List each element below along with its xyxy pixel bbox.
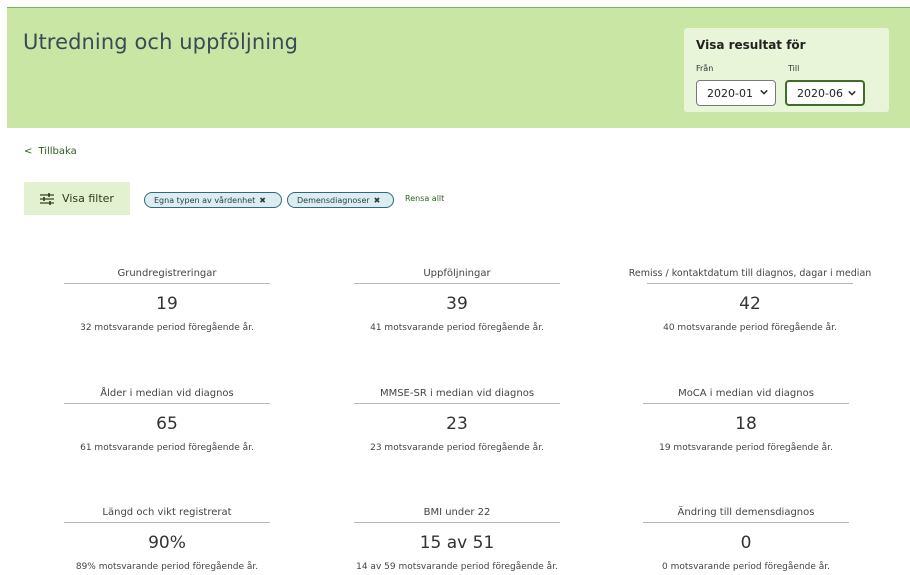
close-icon[interactable]: ✖ xyxy=(374,196,381,205)
back-link[interactable]: < Tillbaka xyxy=(24,146,77,157)
period-title: Visa resultat för xyxy=(696,38,806,52)
metric-value: 90% xyxy=(148,533,186,553)
metric-value: 15 av 51 xyxy=(419,533,495,553)
divider xyxy=(354,283,560,284)
show-filter-button[interactable]: Visa filter xyxy=(24,182,130,215)
divider xyxy=(647,283,853,284)
metric-label: Ändring till demensdiagnos xyxy=(677,507,815,518)
metric-value: 0 xyxy=(740,533,752,553)
metric-previous: 61 motsvarande period föregående år. xyxy=(80,443,254,453)
metric-card: Grundregistreringar 19 32 motsvarande pe… xyxy=(37,266,297,333)
filter-chip[interactable]: Egna typen av vårdenhet ✖ xyxy=(144,192,282,208)
metric-value: 23 xyxy=(446,414,468,434)
metric-previous: 23 motsvarande period föregående år. xyxy=(370,443,544,453)
metric-label: Uppföljningar xyxy=(423,268,491,279)
metric-card: BMI under 22 15 av 51 14 av 59 motsvaran… xyxy=(327,505,587,572)
to-label: Till xyxy=(788,64,800,73)
metric-previous: 89% motsvarande period föregående år. xyxy=(75,562,259,572)
show-filter-label: Visa filter xyxy=(62,192,114,205)
metric-label: Grundregistreringar xyxy=(117,268,217,279)
filter-chip-label: Demensdiagnoser xyxy=(297,195,370,205)
divider xyxy=(643,403,849,404)
chevron-down-icon xyxy=(760,89,768,95)
metric-label: Remiss / kontaktdatum till diagnos, daga… xyxy=(628,268,872,279)
divider xyxy=(64,403,270,404)
divider xyxy=(354,403,560,404)
divider xyxy=(64,283,270,284)
metric-card: Ålder i median vid diagnos 65 61 motsvar… xyxy=(37,386,297,453)
chevron-down-icon xyxy=(848,90,856,96)
divider xyxy=(64,522,270,523)
metric-card: Ändring till demensdiagnos 0 0 motsvaran… xyxy=(616,505,876,572)
to-select-value: 2020-06 xyxy=(797,86,843,100)
metric-label: Längd och vikt registrerat xyxy=(102,507,232,518)
metric-label: BMI under 22 xyxy=(423,507,491,518)
page-title: Utredning och uppföljning xyxy=(23,30,299,54)
from-select[interactable]: 2020-01 xyxy=(696,80,776,106)
metric-card: MoCA i median vid diagnos 18 19 motsvara… xyxy=(616,386,876,453)
metric-previous: 40 motsvarande period föregående år. xyxy=(663,323,837,333)
filter-chip[interactable]: Demensdiagnoser ✖ xyxy=(287,192,394,208)
to-select[interactable]: 2020-06 xyxy=(785,80,865,106)
chevron-left-icon: < xyxy=(24,146,33,157)
divider xyxy=(354,522,560,523)
from-label: Från xyxy=(696,64,714,73)
metric-previous: 41 motsvarande period föregående år. xyxy=(370,323,544,333)
from-select-value: 2020-01 xyxy=(707,86,753,100)
metric-card: Längd och vikt registrerat 90% 89% motsv… xyxy=(37,505,297,572)
metric-card: Remiss / kontaktdatum till diagnos, daga… xyxy=(610,266,890,333)
metric-previous: 14 av 59 motsvarande period föregående å… xyxy=(356,562,558,572)
divider xyxy=(643,522,849,523)
metric-card: MMSE-SR i median vid diagnos 23 23 motsv… xyxy=(327,386,587,453)
metric-value: 39 xyxy=(446,294,468,314)
metric-card: Uppföljningar 39 41 motsvarande period f… xyxy=(327,266,587,333)
metric-value: 65 xyxy=(156,414,178,434)
sliders-icon xyxy=(40,192,55,205)
clear-all-link[interactable]: Rensa allt xyxy=(405,194,444,203)
metric-previous: 0 motsvarande period föregående år. xyxy=(661,562,831,572)
metric-label: MoCA i median vid diagnos xyxy=(678,388,814,399)
metric-label: Ålder i median vid diagnos xyxy=(100,388,234,399)
metric-label: MMSE-SR i median vid diagnos xyxy=(379,388,535,399)
metric-value: 19 xyxy=(156,294,178,314)
filter-chip-label: Egna typen av vårdenhet xyxy=(154,195,256,205)
metric-previous: 19 motsvarande period föregående år. xyxy=(659,443,833,453)
metric-value: 42 xyxy=(739,294,761,314)
back-link-label: Tillbaka xyxy=(38,146,77,157)
page-header: Utredning och uppföljning Visa resultat … xyxy=(7,7,910,128)
metric-previous: 32 motsvarande period föregående år. xyxy=(80,323,254,333)
close-icon[interactable]: ✖ xyxy=(259,196,266,205)
metric-value: 18 xyxy=(735,414,757,434)
period-selector: Visa resultat för Från Till 2020-01 2020… xyxy=(684,28,889,112)
